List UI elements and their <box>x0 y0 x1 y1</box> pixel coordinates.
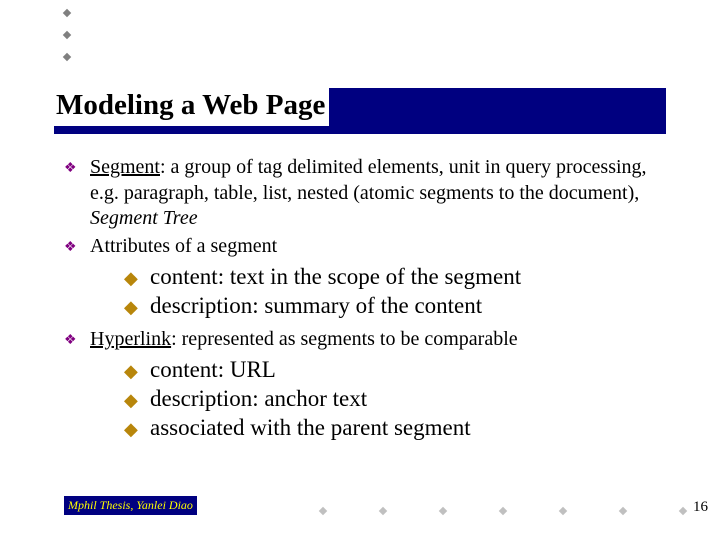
bullet-item: ❖ Attributes of a segment <box>64 234 664 260</box>
decor-diamond <box>63 53 71 61</box>
diamond-sub-icon: ◆ <box>124 414 150 441</box>
bullet-text: Attributes of a segment <box>90 234 664 260</box>
diamond-sub-icon: ◆ <box>124 385 150 412</box>
sub-item: ◆ content: text in the scope of the segm… <box>124 263 664 292</box>
diamond-bullet-icon: ❖ <box>64 327 90 350</box>
decor-dot <box>679 507 687 515</box>
sub-text: associated with the parent segment <box>150 414 471 443</box>
bullet-item: ❖ Segment: a group of tag delimited elem… <box>64 155 664 232</box>
diamond-sub-icon: ◆ <box>124 292 150 319</box>
sub-list: ◆ content: URL ◆ description: anchor tex… <box>124 356 664 442</box>
diamond-bullet-icon: ❖ <box>64 155 90 178</box>
sub-text: description: anchor text <box>150 385 367 414</box>
page-number: 16 <box>693 499 708 516</box>
sub-item: ◆ description: summary of the content <box>124 292 664 321</box>
bullet-text: Segment: a group of tag delimited elemen… <box>90 155 664 232</box>
slide-content: ❖ Segment: a group of tag delimited elem… <box>64 155 664 449</box>
bullet-item: ❖ Hyperlink: represented as segments to … <box>64 327 664 353</box>
sub-item: ◆ description: anchor text <box>124 385 664 414</box>
sub-text: content: URL <box>150 356 276 385</box>
diamond-sub-icon: ◆ <box>124 263 150 290</box>
sub-text: content: text in the scope of the segmen… <box>150 263 521 292</box>
slide-title: Modeling a Web Page <box>54 88 329 126</box>
diamond-sub-icon: ◆ <box>124 356 150 383</box>
sub-item: ◆ associated with the parent segment <box>124 414 664 443</box>
sub-text: description: summary of the content <box>150 292 482 321</box>
footer-text: Mphil Thesis, Yanlei Diao <box>64 496 197 515</box>
diamond-bullet-icon: ❖ <box>64 234 90 257</box>
sub-list: ◆ content: text in the scope of the segm… <box>124 263 664 321</box>
decor-diamond <box>63 9 71 17</box>
title-bar: Modeling a Web Page <box>54 88 666 134</box>
bullet-text: Hyperlink: represented as segments to be… <box>90 327 664 353</box>
decor-diamond <box>63 31 71 39</box>
footer: Mphil Thesis, Yanlei Diao <box>64 496 664 520</box>
sub-item: ◆ content: URL <box>124 356 664 385</box>
